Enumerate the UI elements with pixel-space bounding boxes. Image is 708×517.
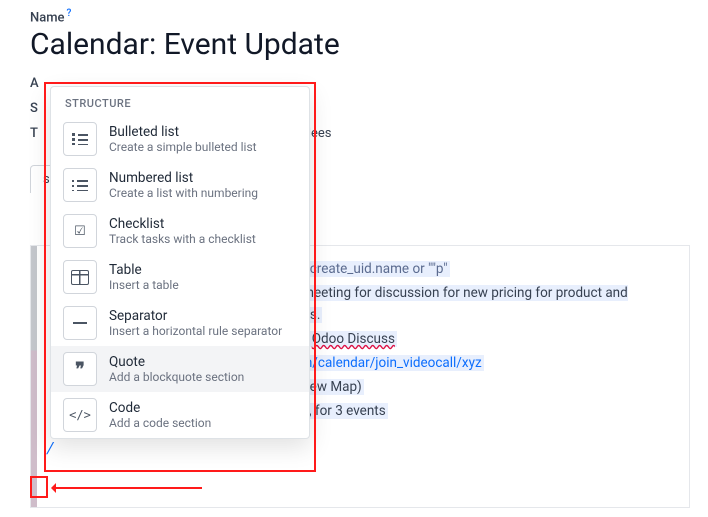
quote-icon: ❞: [63, 352, 97, 386]
menu-item-numbered-list[interactable]: Numbered listCreate a list with numberin…: [51, 162, 309, 208]
menu-item-quote[interactable]: ❞ QuoteAdd a blockquote section: [51, 346, 309, 392]
menu-item-title: Code: [109, 400, 211, 416]
menu-item-title: Bulleted list: [109, 124, 257, 140]
odoo-discuss-link[interactable]: Odoo Discuss: [312, 331, 395, 347]
help-icon[interactable]: ?: [67, 8, 72, 19]
body-line: ernal meeting for discussion for new pri…: [267, 285, 628, 323]
numbered-list-icon: [63, 168, 97, 202]
menu-item-desc: Create a list with numbering: [109, 186, 258, 200]
checklist-icon: ☑: [63, 214, 97, 248]
separator-icon: [63, 306, 97, 340]
structure-popover: STRUCTURE Bulleted listCreate a simple b…: [50, 86, 310, 439]
menu-item-desc: Add a blockquote section: [109, 370, 244, 384]
slash-command-trigger[interactable]: /: [47, 438, 673, 457]
menu-item-title: Separator: [109, 308, 282, 324]
annotation-arrow: [52, 487, 202, 489]
popover-header: STRUCTURE: [51, 87, 309, 116]
editor-left-stripe: [31, 246, 37, 507]
menu-item-title: Quote: [109, 354, 244, 370]
menu-item-title: Numbered list: [109, 170, 258, 186]
code-icon: </>: [63, 398, 97, 432]
menu-item-code[interactable]: </> CodeAdd a code section: [51, 392, 309, 438]
menu-item-title: Checklist: [109, 216, 256, 232]
menu-item-checklist[interactable]: ☑ ChecklistTrack tasks with a checklist: [51, 208, 309, 254]
name-field-label: Name?: [30, 8, 708, 25]
menu-item-desc: Add a code section: [109, 416, 211, 430]
menu-item-desc: Create a simple bulleted list: [109, 140, 257, 154]
menu-item-desc: Insert a table: [109, 278, 179, 292]
menu-item-desc: Insert a horizontal rule separator: [109, 324, 282, 338]
page-title[interactable]: Calendar: Event Update: [30, 27, 708, 62]
menu-item-table[interactable]: TableInsert a table: [51, 254, 309, 300]
menu-item-bulleted-list[interactable]: Bulleted listCreate a simple bulleted li…: [51, 116, 309, 162]
menu-item-title: Table: [109, 262, 179, 278]
menu-item-desc: Track tasks with a checklist: [109, 232, 256, 246]
bullet-list-icon: [63, 122, 97, 156]
table-icon: [63, 260, 97, 294]
menu-item-separator[interactable]: SeparatorInsert a horizontal rule separa…: [51, 300, 309, 346]
